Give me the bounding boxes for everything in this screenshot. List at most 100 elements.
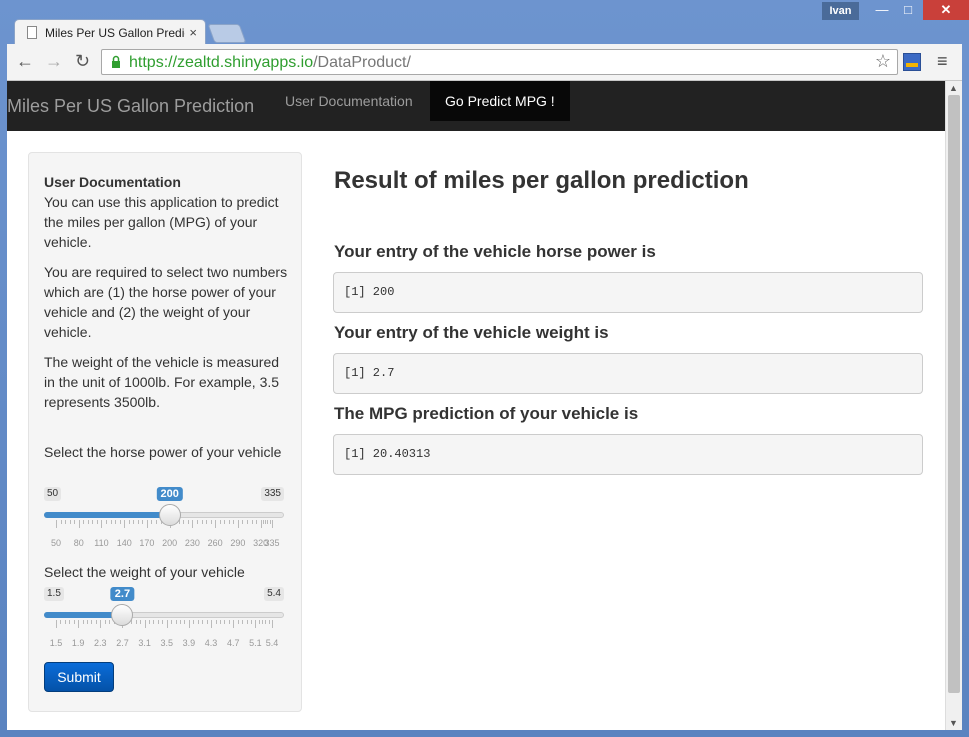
page-title: Result of miles per gallon prediction — [334, 167, 749, 194]
mpg-output: [1] 20.40313 — [333, 434, 923, 475]
minimize-icon[interactable]: — — [869, 0, 895, 20]
slider-minor-tick — [187, 520, 189, 524]
slider-minor-tick — [95, 620, 97, 624]
slider-minor-tick — [210, 520, 212, 524]
slider-minor-tick — [153, 620, 155, 624]
app-brand[interactable]: Miles Per US Gallon Prediction — [7, 96, 254, 117]
mpg-output-label: The MPG prediction of your vehicle is — [334, 404, 639, 423]
slider-major-tick — [124, 520, 126, 528]
slider-major-tick — [272, 620, 273, 628]
slider-minor-tick — [180, 620, 182, 624]
extension-icon[interactable] — [903, 53, 921, 71]
slider-max-label: 5.4 — [264, 587, 284, 601]
slider-min-label: 1.5 — [44, 587, 64, 601]
slider-max-label: 335 — [261, 487, 284, 501]
back-arrow-icon[interactable]: ← — [16, 52, 34, 70]
slider-tick-label: 80 — [73, 538, 84, 548]
submit-button[interactable]: Submit — [44, 662, 114, 692]
tab-go-predict[interactable]: Go Predict MPG ! — [430, 81, 570, 121]
slider-major-tick — [272, 520, 273, 528]
doc-paragraph: You are required to select two numbers w… — [44, 264, 288, 340]
vertical-scrollbar[interactable]: ▲ ▼ — [945, 81, 962, 730]
slider-minor-tick — [74, 520, 76, 524]
scroll-thumb[interactable] — [948, 95, 960, 693]
slider-minor-tick — [104, 620, 106, 624]
slider-tick-label: 50 — [50, 538, 62, 548]
horsepower-output-label: Your entry of the vehicle horse power is — [334, 242, 656, 261]
slider-minor-tick — [250, 620, 252, 624]
slider-minor-tick — [128, 520, 130, 524]
slider-minor-tick — [242, 520, 244, 524]
forward-arrow-icon[interactable]: → — [45, 52, 63, 70]
slider-handle[interactable] — [158, 504, 181, 526]
slider-major-tick — [260, 520, 262, 528]
slider-minor-tick — [228, 620, 230, 624]
browser-tab[interactable]: Miles Per US Gallon Predic × — [14, 19, 206, 45]
horsepower-output: [1] 200 — [333, 272, 923, 313]
slider-tick-label: 4.7 — [226, 638, 240, 648]
weight-output-label: Your entry of the vehicle weight is — [334, 323, 609, 342]
new-tab-button[interactable] — [207, 24, 247, 43]
weight-output: [1] 2.7 — [333, 353, 923, 394]
profile-badge[interactable]: Ivan — [822, 2, 859, 20]
tab-strip: Miles Per US Gallon Predic × Ivan — □ ✕ — [0, 0, 969, 45]
slider-major-tick — [233, 620, 235, 628]
slider-minor-tick — [265, 620, 267, 624]
slider-minor-tick — [256, 520, 258, 524]
slider-major-tick — [78, 520, 80, 528]
slider-minor-tick — [269, 520, 271, 524]
doc-paragraph: The weight of the vehicle is measured in… — [44, 354, 280, 410]
slider-minor-tick — [156, 520, 158, 524]
slider-major-tick — [188, 620, 190, 628]
slider-minor-tick — [73, 620, 75, 624]
slider-tick-label: 5.4 — [265, 638, 279, 648]
slider-major-tick — [255, 620, 257, 628]
slider-min-label: 50 — [44, 487, 62, 501]
slider-minor-tick — [157, 620, 159, 624]
slider-major-tick — [101, 520, 103, 528]
slider-tick-label: 3.1 — [138, 638, 151, 648]
slider-minor-tick — [251, 520, 253, 524]
app-navbar: Miles Per US Gallon Prediction User Docu… — [7, 81, 945, 131]
tab-title: Miles Per US Gallon Predic — [45, 26, 185, 40]
slider-minor-tick — [197, 620, 199, 624]
browser-window: Miles Per US Gallon Predic × Ivan — □ ✕ … — [0, 0, 969, 737]
slider-major-tick — [146, 520, 148, 528]
horsepower-slider[interactable]: 50 335 200 50 80 110 140 170 200 230 260 290 320 3… — [44, 487, 284, 559]
reload-icon[interactable]: ↻ — [75, 52, 90, 70]
slider-minor-tick — [133, 520, 135, 524]
weight-label: Select the weight of your vehicle — [44, 564, 245, 580]
scroll-down-icon[interactable]: ▼ — [949, 718, 958, 728]
slider-tick-label: 260 — [207, 538, 223, 548]
menu-icon[interactable]: ≡ — [937, 52, 948, 70]
maximize-icon[interactable]: □ — [895, 0, 921, 20]
slider-major-tick — [100, 620, 102, 628]
slider-ticks — [44, 620, 284, 629]
slider-minor-tick — [206, 520, 208, 524]
slider-minor-tick — [265, 520, 267, 524]
slider-minor-tick — [267, 520, 269, 524]
tab-user-documentation[interactable]: User Documentation — [270, 81, 428, 121]
close-icon[interactable]: × — [189, 20, 197, 46]
slider-minor-tick — [193, 620, 195, 624]
slider-minor-tick — [115, 520, 117, 524]
slider-minor-tick — [109, 620, 111, 624]
slider-minor-tick — [262, 520, 264, 524]
slider-handle[interactable] — [111, 604, 134, 626]
window-close-icon[interactable]: ✕ — [923, 0, 969, 20]
slider-minor-tick — [106, 520, 108, 524]
address-bar[interactable]: https://zealtd.shinyapps.io/DataProduct/… — [101, 49, 898, 75]
slider-minor-tick — [60, 620, 62, 624]
slider-minor-tick — [162, 620, 164, 624]
bookmark-star-icon[interactable]: ☆ — [875, 51, 891, 72]
sidebar-panel: User Documentation You can use this appl… — [28, 152, 302, 712]
slider-minor-tick — [224, 520, 226, 524]
scroll-up-icon[interactable]: ▲ — [949, 83, 958, 93]
slider-minor-tick — [201, 520, 203, 524]
horsepower-label: Select the horse power of your vehicle — [44, 444, 282, 460]
slider-minor-tick — [262, 620, 264, 624]
slider-minor-tick — [184, 620, 186, 624]
slider-major-tick — [56, 520, 57, 528]
slider-minor-tick — [137, 520, 139, 524]
weight-slider[interactable]: 1.5 5.4 2.7 1.5 1.9 2.3 2.7 3.1 3.5 3.9 4.3 4.7 5… — [44, 587, 284, 659]
